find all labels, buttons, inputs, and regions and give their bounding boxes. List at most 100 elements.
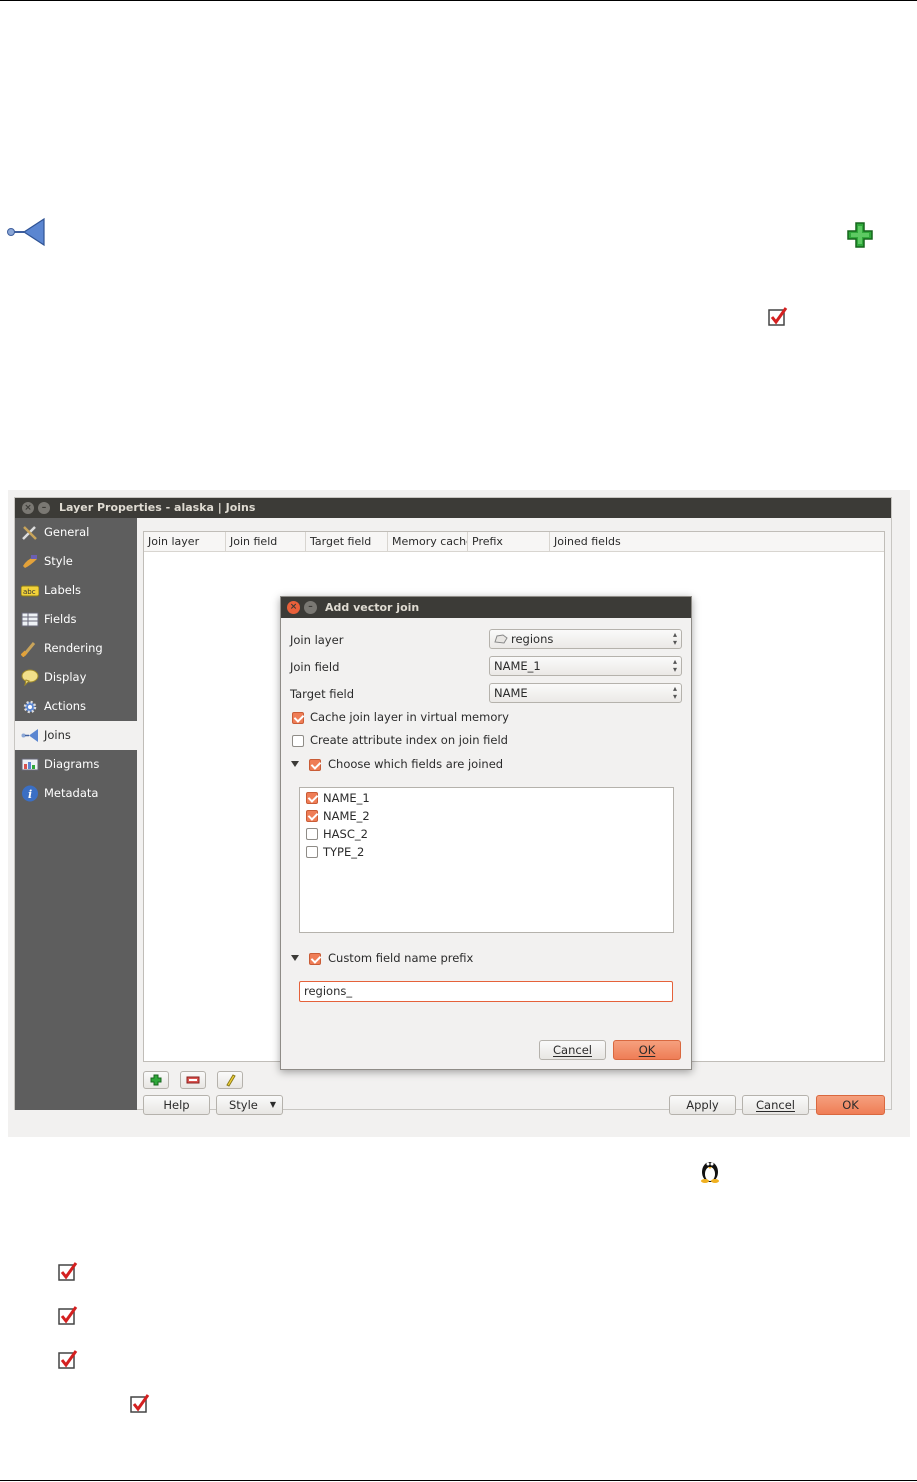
dialog-close-button[interactable]: × [287,601,300,614]
choose-fields-checkbox[interactable] [309,759,321,771]
style-brush-icon [23,555,37,568]
cancel-label: Cancel [756,1098,795,1112]
svg-text:i: i [28,788,32,801]
add-join-button[interactable] [143,1071,169,1089]
add-plus-icon [150,1074,162,1086]
checkbox-checked-icon [130,1393,150,1413]
sidebar-item-display[interactable]: Display [15,663,137,692]
remove-join-button[interactable] [180,1071,206,1089]
metadata-info-icon: i [22,785,38,802]
chevron-down-icon: ▼ [269,1100,276,1109]
sidebar-item-labels[interactable]: abc Labels [15,576,137,605]
diagrams-icon [21,758,39,771]
joins-table-header: Join layer Join field Target field Memor… [144,532,884,552]
sidebar-item-fields[interactable]: Fields [15,605,137,634]
custom-prefix-checkbox[interactable] [309,953,321,965]
checkbox-checked-icon [58,1261,78,1281]
apply-button[interactable]: Apply [669,1095,736,1115]
dialog-title: Add vector join [325,601,420,614]
attribute-index-checkbox[interactable] [292,735,304,747]
field-label: HASC_2 [323,827,368,841]
rendering-brush-icon [21,642,36,657]
general-tools-icon [22,526,37,540]
attribute-index-label: Create attribute index on join field [310,733,508,747]
target-field-value: NAME [494,686,528,700]
cancel-button[interactable]: Cancel [742,1095,809,1115]
target-field-label: Target field [290,687,355,701]
target-field-select[interactable]: NAME ▴ ▾ [489,683,682,703]
labels-abc-icon: abc [21,585,39,597]
join-layer-select[interactable]: regions ▴ ▾ [489,629,682,649]
checkbox-checked-icon [58,1305,78,1325]
checkbox-checked-icon [768,306,788,326]
column-header[interactable]: Joined fields [550,532,884,552]
cache-join-label: Cache join layer in virtual memory [310,710,509,724]
field-label: NAME_1 [323,791,370,805]
sidebar-item-rendering[interactable]: Rendering [15,634,137,663]
prefix-input[interactable]: regions_ [299,981,673,1002]
spin-arrows-icon: ▴ ▾ [672,630,677,647]
sidebar-item-general[interactable]: General [15,518,137,547]
prefix-value: regions_ [304,984,353,998]
dialog-ok-button[interactable]: OK [613,1040,681,1060]
add-vector-join-dialog: × – Add vector join Join layer regions ▴… [280,596,692,1070]
edit-join-button[interactable] [217,1071,243,1089]
column-header[interactable]: Prefix [468,532,550,552]
column-header[interactable]: Join field [226,532,306,552]
sidebar-item-diagrams[interactable]: Diagrams [15,750,137,779]
window-close-button[interactable]: × [22,502,34,514]
bottom-rule [0,1480,917,1481]
dialog-cancel-label: Cancel [553,1043,592,1057]
choose-fields-label: Choose which fields are joined [328,757,504,771]
svg-text:abc: abc [23,588,36,596]
display-balloon-icon [21,669,39,686]
sidebar-item-style[interactable]: Style [15,547,137,576]
collapse-arrow-icon[interactable] [291,761,299,767]
ok-label: OK [842,1098,859,1112]
column-header[interactable]: Join layer [144,532,226,552]
dialog-ok-label: OK [638,1043,656,1057]
sidebar-item-actions[interactable]: Actions [15,692,137,721]
spin-arrows-icon: ▴ ▾ [672,657,677,674]
cache-join-checkbox[interactable] [292,712,304,724]
joined-fields-list: NAME_1 NAME_2 HASC_2 TYPE_2 [299,787,674,933]
column-header[interactable]: Memory cache [388,532,468,552]
field-checkbox-hasc-2[interactable] [306,828,318,840]
join-layer-value: regions [511,632,554,646]
field-checkbox-name-1[interactable] [306,792,318,804]
window-minimize-button[interactable]: – [38,502,50,514]
help-button[interactable]: Help [143,1095,210,1115]
join-layer-label: Join layer [290,633,344,647]
top-rule [0,0,917,1]
style-menu-button[interactable]: Style ▼ [216,1095,283,1115]
dialog-minimize-button[interactable]: – [304,601,317,614]
layer-properties-window: × – Layer Properties - alaska | Joins Ge… [14,497,892,1115]
linux-tux-icon [698,1157,722,1183]
window-title: Layer Properties - alaska | Joins [59,501,256,514]
layer-polygon-icon [494,634,508,644]
field-checkbox-name-2[interactable] [306,810,318,822]
fields-table-icon [21,612,39,627]
add-plus-icon [846,221,874,249]
ok-button[interactable]: OK [816,1095,885,1115]
join-field-value: NAME_1 [494,659,541,673]
field-checkbox-type-2[interactable] [306,846,318,858]
joins-icon [21,729,38,742]
sidebar-item-metadata[interactable]: i Metadata [15,779,137,808]
sidebar-item-joins[interactable]: Joins [15,721,137,750]
join-field-select[interactable]: NAME_1 ▴ ▾ [489,656,682,676]
remove-minus-icon [186,1076,200,1084]
dialog-cancel-button[interactable]: Cancel [539,1040,606,1060]
dialog-titlebar: × – Add vector join [281,597,691,618]
checkbox-checked-icon [58,1349,78,1369]
field-label: TYPE_2 [323,845,365,859]
spin-arrows-icon: ▴ ▾ [672,684,677,701]
column-header[interactable]: Target field [306,532,388,552]
collapse-arrow-icon[interactable] [291,955,299,961]
style-menu-label: Style [229,1098,258,1112]
actions-gear-icon [23,700,37,714]
properties-sidebar: General Style abc Labels Fields Renderin… [15,518,137,1110]
join-field-label: Join field [290,660,340,674]
joins-icon [6,217,48,247]
layer-properties-screenshot: × – Layer Properties - alaska | Joins Ge… [8,490,910,1137]
